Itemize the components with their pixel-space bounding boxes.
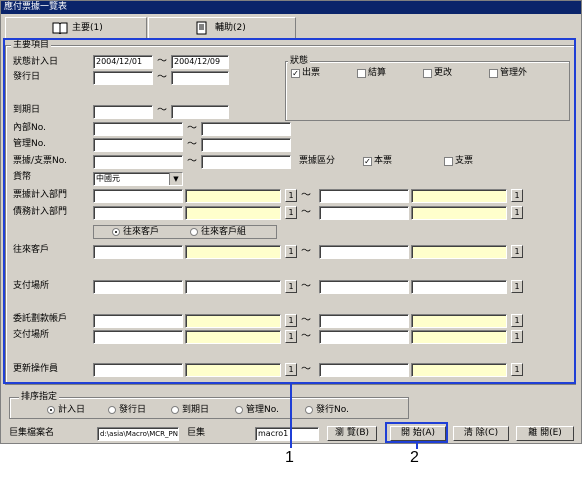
callout-number-2: 2 <box>410 449 419 466</box>
sort-due-date-radio[interactable] <box>171 406 179 414</box>
macro-file-input[interactable]: d:\asia\Macro\MCR_PN <box>97 427 179 441</box>
tab-main[interactable]: 主要(1) <box>5 17 147 38</box>
clear-button[interactable]: 清 除(C) <box>453 426 509 441</box>
sort-issue-date-label: 發行日 <box>119 405 147 415</box>
highlight-box-start-button <box>385 422 448 443</box>
sort-manage-no-radio[interactable] <box>235 406 243 414</box>
sort-issue-no-radio[interactable] <box>305 406 313 414</box>
sort-post-date-label: 計入日 <box>58 405 86 415</box>
close-button[interactable]: 離 開(E) <box>516 426 574 441</box>
sort-post-date-radio[interactable] <box>47 406 55 414</box>
sort-group-legend: 排序指定 <box>19 392 60 402</box>
tab-main-label: 主要(1) <box>72 23 103 33</box>
sort-issue-date-radio[interactable] <box>108 406 116 414</box>
macro-input[interactable]: macro1 <box>255 427 319 441</box>
macro-label: 巨集 <box>187 428 206 438</box>
callout-line-1 <box>290 384 292 448</box>
sort-issue-no-label: 發行No. <box>316 405 349 415</box>
tab-aux-label: 輔助(2) <box>215 23 246 33</box>
callout-number-1: 1 <box>285 449 294 466</box>
sort-due-date-label: 到期日 <box>182 405 210 415</box>
macro-file-label: 巨集檔案名 <box>9 428 55 438</box>
browse-button[interactable]: 瀏 覽(B) <box>327 426 377 441</box>
sort-manage-no-label: 管理No. <box>246 405 279 415</box>
tab-aux[interactable]: 輔助(2) <box>148 17 296 38</box>
highlight-box-main-conditions <box>3 38 576 384</box>
window-title: 應付票據一覽表 <box>1 1 581 14</box>
